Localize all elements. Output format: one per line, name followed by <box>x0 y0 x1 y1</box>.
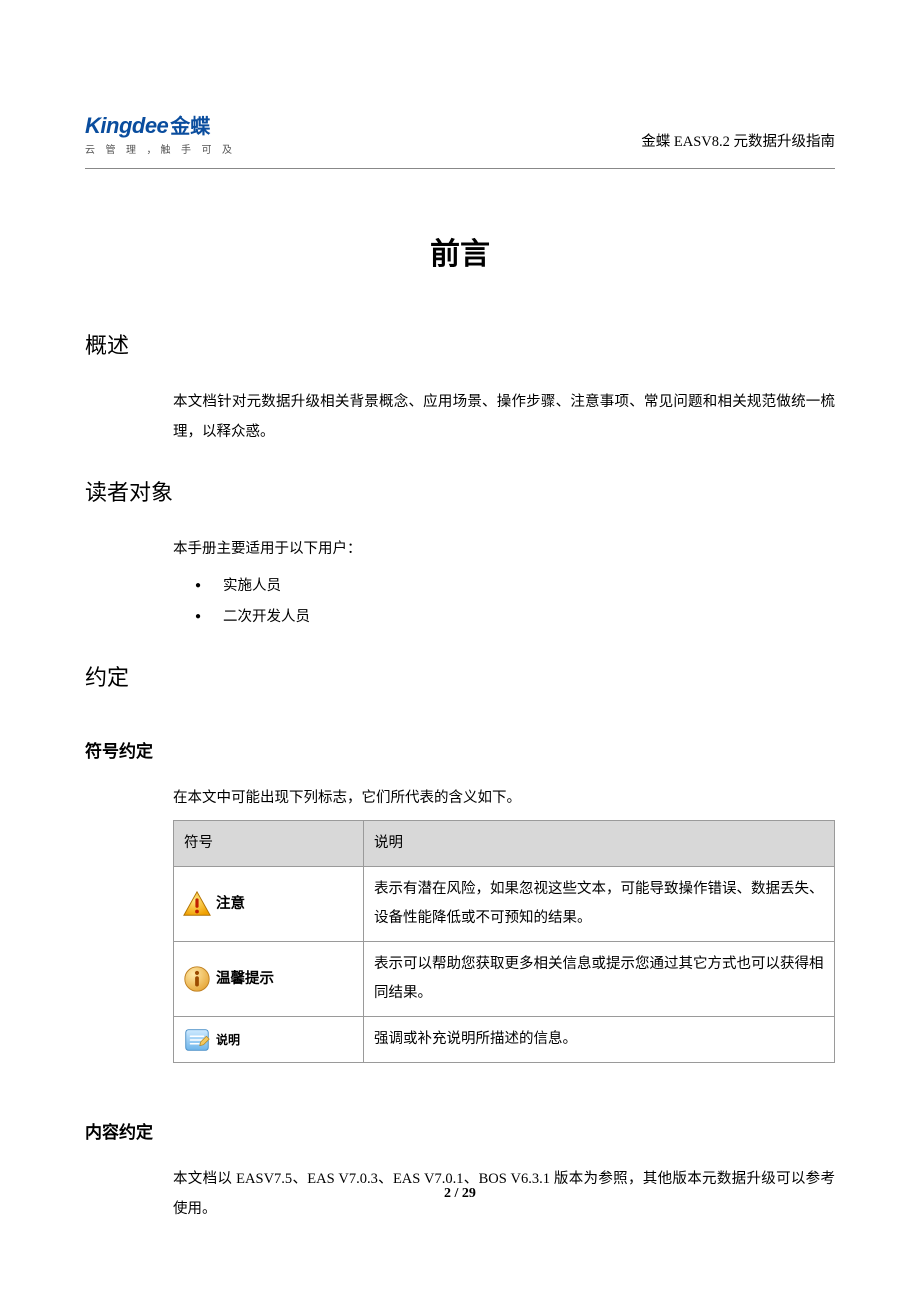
audience-intro: 本手册主要适用于以下用户： <box>173 535 835 565</box>
section-overview-heading: 概述 <box>85 328 835 360</box>
symbol-label: 温馨提示 <box>216 965 274 995</box>
symbol-label: 注意 <box>216 890 245 920</box>
overview-paragraph: 本文档针对元数据升级相关背景概念、应用场景、操作步骤、注意事项、常见问题和相关规… <box>173 388 835 447</box>
table-row: 温馨提示 表示可以帮助您获取更多相关信息或提示您通过其它方式也可以获得相同结果。 <box>174 942 835 1017</box>
symbol-desc: 强调或补充说明所描述的信息。 <box>364 1017 835 1063</box>
warning-icon <box>182 889 212 919</box>
table-header-desc: 说明 <box>364 820 835 867</box>
section-conventions-heading: 约定 <box>85 660 835 692</box>
page-header: Kingdee金蝶 云 管 理 ，触 手 可 及 金蝶 EASV8.2 元数据升… <box>85 110 835 169</box>
symbol-intro: 在本文中可能出现下列标志，它们所代表的含义如下。 <box>173 784 835 814</box>
section-audience-heading: 读者对象 <box>85 475 835 507</box>
table-header-symbol: 符号 <box>174 820 364 867</box>
subsection-symbol-heading: 符号约定 <box>85 737 835 762</box>
table-row: 注意 表示有潜在风险，如果忽视这些文本，可能导致操作错误、数据丢失、设备性能降低… <box>174 867 835 942</box>
header-doc-title: 金蝶 EASV8.2 元数据升级指南 <box>641 130 835 151</box>
symbol-desc: 表示可以帮助您获取更多相关信息或提示您通过其它方式也可以获得相同结果。 <box>364 942 835 1017</box>
page-number: 2 / 29 <box>0 1186 920 1202</box>
symbol-label: 说明 <box>216 1028 240 1053</box>
list-item: 实施人员 <box>173 571 835 601</box>
logo: Kingdee金蝶 云 管 理 ，触 手 可 及 <box>85 110 236 156</box>
logo-tagline: 云 管 理 ，触 手 可 及 <box>85 141 236 156</box>
table-row: 说明 强调或补充说明所描述的信息。 <box>174 1017 835 1063</box>
logo-text-cn: 金蝶 <box>170 116 210 138</box>
list-item: 二次开发人员 <box>173 602 835 632</box>
info-icon <box>182 964 212 994</box>
note-icon <box>182 1025 212 1055</box>
subsection-content-heading: 内容约定 <box>85 1118 835 1143</box>
symbol-table: 符号 说明 注意 表示有潜在风险，如果忽视这些文本，可能导致操作 <box>173 820 835 1064</box>
symbol-desc: 表示有潜在风险，如果忽视这些文本，可能导致操作错误、数据丢失、设备性能降低或不可… <box>364 867 835 942</box>
logo-text-en: Kingdee <box>85 113 168 138</box>
page-title: 前言 <box>85 229 835 273</box>
